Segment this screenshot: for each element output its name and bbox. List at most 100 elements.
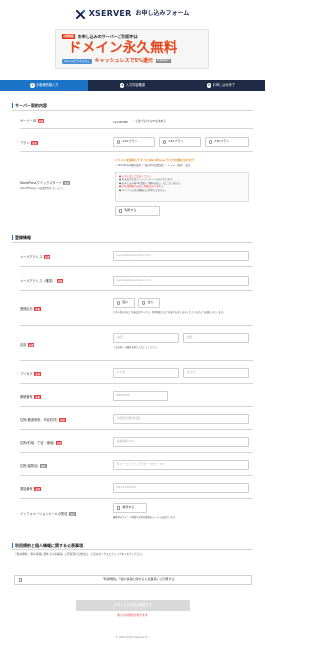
signup-page: XSERVER お申し込みフォーム お得情報 お申し込みのサーバーご利用中は ド…: [0, 0, 265, 650]
required-badge: 必須: [34, 307, 41, 311]
type-option-label: 個人: [122, 300, 129, 305]
zip-input[interactable]: 8888888: [113, 391, 168, 401]
step-number: 3: [206, 82, 212, 88]
type-note: ご本人様以外のご名義会員サービス、利用規約上のご名義でお申し込みくださいますよう…: [113, 311, 226, 314]
first-name-input[interactable]: 太郎: [183, 333, 249, 343]
divider: [20, 406, 253, 407]
label-text: 電話番号: [20, 487, 33, 491]
divider: [12, 110, 253, 111]
xserver-logo-icon: [75, 9, 85, 19]
plan-option-x20[interactable]: X20プラン: [159, 137, 201, 147]
checkbox-icon: [19, 578, 23, 582]
address1-label: 住所(都道府県、市区町村) 必須: [20, 418, 66, 422]
type-option-corporate[interactable]: 法人: [138, 298, 160, 308]
type-option-individual[interactable]: 個人: [113, 298, 135, 308]
plan-option-x30[interactable]: X30プラン: [205, 137, 249, 147]
checkbox-label: 「利用規約」「個人情報に関する公表事項」に同意する: [100, 577, 175, 582]
address1-input[interactable]: 大阪府大阪市北区: [113, 414, 249, 424]
plan-option-x10[interactable]: X10プラン: [113, 137, 155, 147]
banner-badge: お得情報: [62, 34, 75, 39]
error-message: 未入力の項目があります: [117, 613, 148, 617]
label-text: メールアドレス: [20, 255, 43, 259]
label-text: 登録区分: [20, 307, 33, 311]
required-badge: 必須: [34, 487, 41, 491]
label-text: 住所(町域、丁目・番地): [20, 441, 55, 445]
last-name-input[interactable]: 山田: [113, 333, 179, 343]
radio-icon: [142, 301, 146, 305]
divider: [20, 475, 253, 476]
logo-subtitle: お申し込みフォーム: [135, 10, 190, 18]
label-text: インフォメーションメールの配信: [20, 512, 68, 516]
notice-line: ● サーバー以外の機能はご利用できません。: [119, 188, 168, 192]
divider: [20, 128, 253, 129]
kana-last-input[interactable]: ヤマダ: [113, 368, 179, 378]
label-text: プラン: [20, 141, 30, 145]
radio-icon: [117, 301, 121, 305]
email-confirm-input[interactable]: sample@example.com: [113, 276, 249, 286]
step-label: 入力内容確認: [125, 83, 146, 88]
type-option-label: 法人: [147, 300, 154, 305]
name-label: 名前 必須: [20, 343, 35, 347]
name-note: 「お名前」の欄は全角で入力してください。: [113, 346, 159, 349]
step-3: 3 お申し込み完了: [177, 80, 265, 91]
terms-text: 「利用規約」「個人情報に関する公表事項」に同意頂ける場合は、下記のボックスにチェ…: [14, 553, 145, 556]
divider: [20, 360, 253, 361]
required-badge: 必須: [59, 418, 66, 422]
plan-label: プラン 必須: [20, 141, 38, 145]
address3-input[interactable]: ダミーコンストラクター タワー 5F: [113, 460, 249, 470]
banner-line1: お申し込みのサーバーご利用中は: [77, 34, 138, 39]
tel-input[interactable]: 0612345678: [113, 483, 249, 493]
terms-agree-checkbox[interactable]: 「利用規約」「個人情報に関する公表事項」に同意する: [14, 575, 252, 585]
divider: [12, 549, 253, 550]
address2-label: 住所(町域、丁目・番地) 必須: [20, 441, 63, 445]
label-text: フリガナ: [20, 372, 33, 376]
logo-text: XSERVER: [88, 8, 132, 18]
required-badge: 必須: [34, 372, 41, 376]
divider: [20, 325, 253, 326]
step-label: お客様情報入力: [36, 83, 59, 88]
checkbox-label: 希望する: [122, 505, 135, 510]
checkbox-icon: [117, 506, 121, 510]
label-text: サーバーID: [20, 119, 37, 123]
plan-option-label: X20プラン: [168, 139, 184, 144]
label-text: WordPressクイックスタート: [20, 181, 62, 185]
radio-icon: [209, 140, 213, 144]
checkbox-icon: [119, 209, 123, 213]
required-badge: 必須: [37, 119, 45, 123]
section-title-server: サーバー契約内容: [12, 103, 47, 109]
copyright: © 2003-2024 Xserver Inc.: [115, 636, 150, 639]
label-text: メールアドレス（確認）: [20, 279, 56, 283]
wp-quickstart-checkbox[interactable]: 利用する: [115, 206, 160, 216]
step-number: 2: [119, 82, 125, 88]
confirm-submit-button[interactable]: お申し込み内容を確認する: [76, 600, 190, 611]
step-1: 1 お客様情報入力: [0, 80, 89, 91]
step-number: 1: [30, 82, 35, 88]
wp-quickstart-label: WordPressクイックスタート 任意: [20, 181, 71, 185]
label-text: 住所(都道府県、市区町村): [20, 418, 58, 422]
divider: [20, 151, 253, 152]
divider: [20, 452, 253, 453]
divider: [20, 266, 253, 267]
radio-icon: [163, 140, 167, 144]
wp-notice-box: ● 以下の点にご注意ください ● お支払方法はクレジットカードのみとなります。 …: [115, 172, 249, 202]
divider: [20, 498, 253, 499]
promo-banner[interactable]: お得情報 お申し込みのサーバーご利用中は ドメイン永久無料 Xserverビジネ…: [55, 29, 209, 69]
required-badge: 必須: [55, 441, 63, 445]
address2-input[interactable]: 太融寺町0-0: [113, 437, 249, 447]
required-badge: 必須: [56, 279, 64, 283]
plan-option-label: X10プラン: [122, 139, 138, 144]
required-badge: 必須: [34, 395, 41, 399]
server-id-value: xsv58386: [113, 119, 128, 124]
email-input[interactable]: sample@example.com: [113, 251, 249, 261]
banner-cashback: キャッシュレスで5%還元: [94, 58, 153, 64]
server-id-toggle[interactable]: ✓ 自分で好きなIDを決める: [133, 119, 166, 124]
label-text: 郵便番号: [20, 395, 33, 399]
kana-first-input[interactable]: タロウ: [183, 368, 249, 378]
divider: [20, 290, 253, 291]
required-badge: 必須: [27, 343, 35, 347]
wp-description: ドメインを取得してすぐにWordPressブログを始められます！: [115, 158, 197, 162]
tel-label: 電話番号 必須: [20, 487, 41, 491]
info-mail-note: 機能等のポイント情報やお得な情報をメールでお届けします。: [113, 516, 178, 519]
info-mail-checkbox[interactable]: 希望する: [113, 503, 147, 513]
email-label: メールアドレス 必須: [20, 255, 51, 259]
